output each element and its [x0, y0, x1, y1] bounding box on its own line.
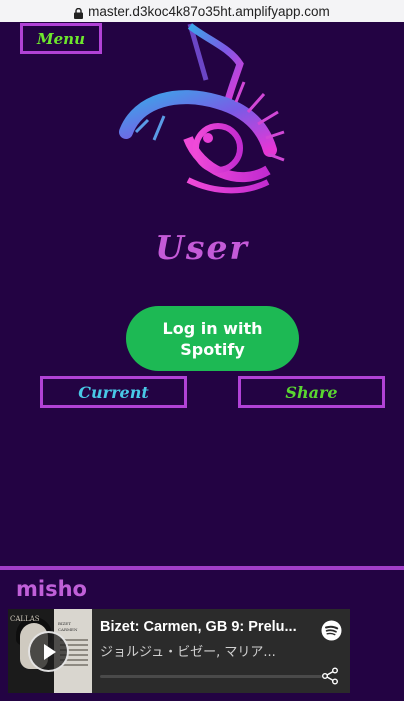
spotify-embed-player[interactable]: CALLAS BIZET CARMEN Bizet: Carmen, GB 9:…	[8, 609, 350, 693]
login-line-2: Spotify	[180, 339, 245, 359]
track-artist[interactable]: ジョルジュ・ビゼー, マリア...	[100, 641, 310, 660]
browser-url-bar[interactable]: master.d3koc4k87o35ht.amplifyapp.com	[0, 0, 404, 22]
footer-divider	[0, 566, 404, 570]
playback-progress[interactable]	[100, 675, 322, 678]
spotify-login-button[interactable]: Log in with Spotify	[126, 306, 299, 371]
share-button[interactable]: Share	[238, 376, 385, 408]
play-button[interactable]	[28, 631, 69, 672]
url-text: master.d3koc4k87o35ht.amplifyapp.com	[88, 3, 330, 19]
track-title[interactable]: Bizet: Carmen, GB 9: Prelu...	[100, 619, 310, 635]
menu-button[interactable]: Menu	[20, 23, 102, 54]
music-eye-logo	[118, 20, 288, 200]
share-icon[interactable]	[321, 667, 339, 685]
cover-callas-text: CALLAS	[10, 615, 40, 624]
page-title: User	[155, 228, 249, 267]
play-icon	[43, 643, 56, 660]
lock-icon	[74, 7, 84, 19]
username-label: misho	[16, 577, 87, 601]
login-line-1: Log in with	[162, 318, 263, 338]
cover-subtitle: BIZET CARMEN	[58, 621, 78, 632]
spotify-icon[interactable]	[321, 620, 342, 641]
current-button[interactable]: Current	[40, 376, 187, 408]
